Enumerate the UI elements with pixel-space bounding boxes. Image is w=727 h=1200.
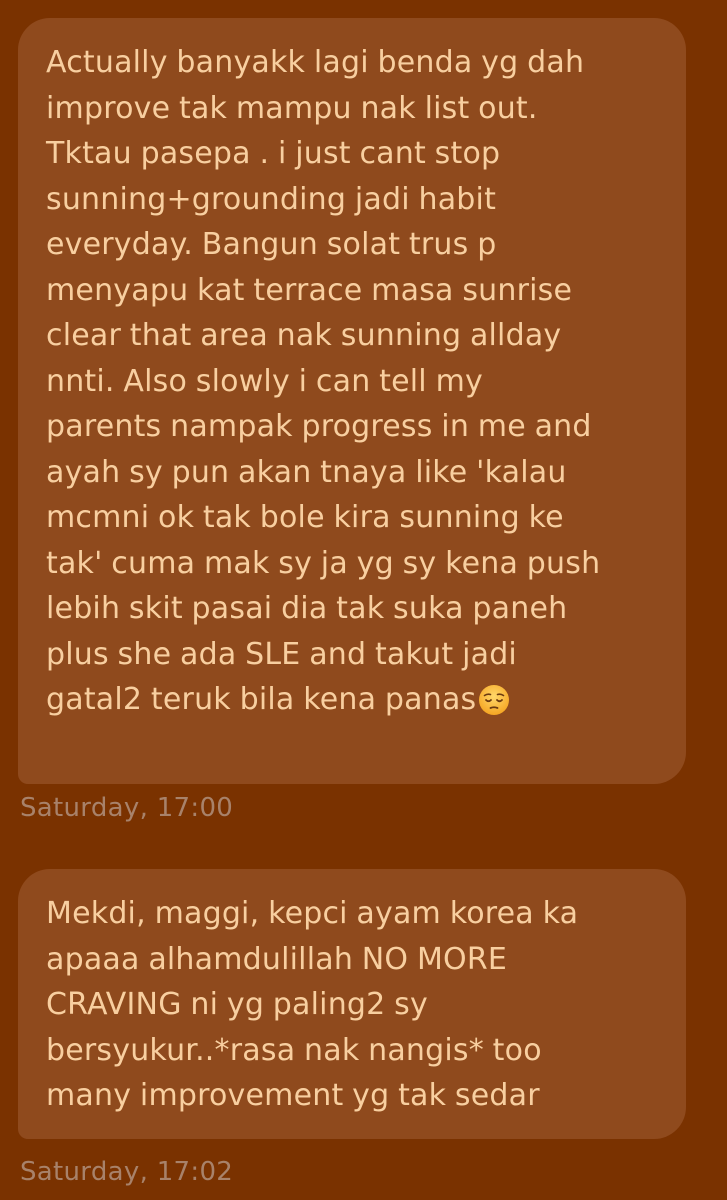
message-text-body: Actually banyakk lagi benda yg dah impro… <box>46 45 601 717</box>
message-text: Mekdi, maggi, kepci ayam korea ka apaaa … <box>46 896 579 1113</box>
pensive-face-emoji-icon <box>478 684 510 730</box>
message-timestamp: Saturday, 17:00 <box>20 793 234 823</box>
message-bubble[interactable]: Mekdi, maggi, kepci ayam korea ka apaaa … <box>18 869 686 1139</box>
message-bubble[interactable]: Actually banyakk lagi benda yg dah impro… <box>18 18 686 784</box>
message-text: Actually banyakk lagi benda yg dah impro… <box>46 40 666 730</box>
message-timestamp: Saturday, 17:02 <box>20 1157 234 1187</box>
